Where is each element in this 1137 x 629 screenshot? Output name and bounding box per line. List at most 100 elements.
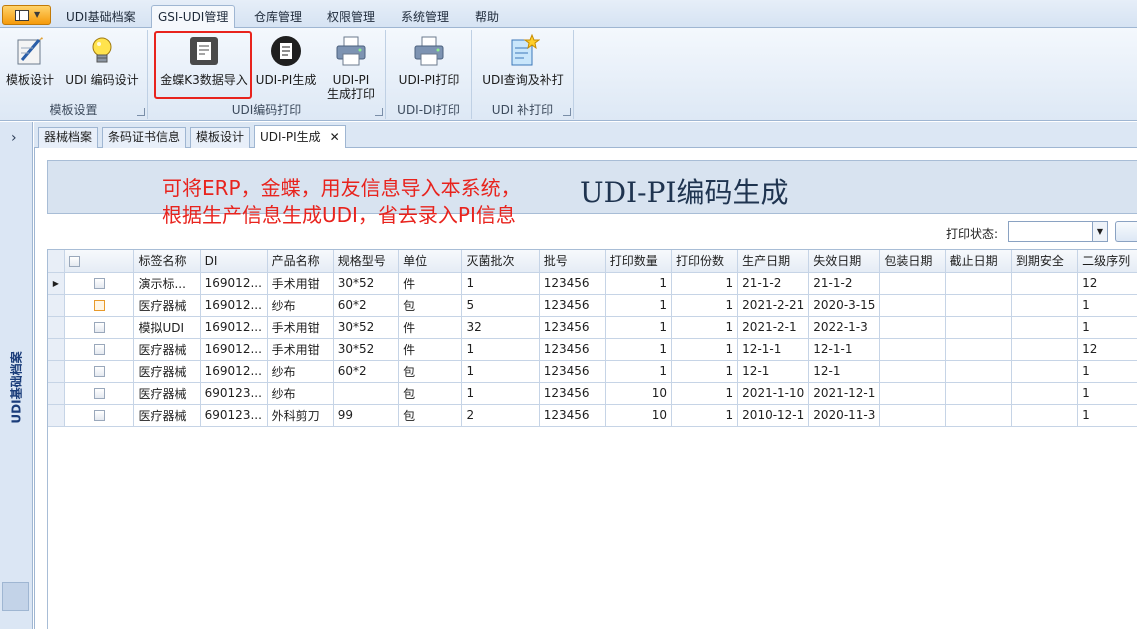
table-cell[interactable]: 1 bbox=[461, 338, 540, 361]
close-icon[interactable]: ✕ bbox=[330, 130, 340, 144]
row-checkbox[interactable] bbox=[64, 360, 135, 383]
table-cell[interactable] bbox=[879, 316, 946, 339]
table-cell[interactable]: 1 bbox=[461, 360, 540, 383]
table-cell[interactable]: 123456 bbox=[539, 316, 606, 339]
table-cell[interactable]: 123456 bbox=[539, 272, 606, 295]
table-cell[interactable]: 30*52 bbox=[333, 338, 400, 361]
row-header[interactable] bbox=[48, 360, 65, 383]
left-panel-title[interactable]: UDI基础档案 bbox=[2, 332, 30, 442]
table-cell[interactable]: 件 bbox=[398, 316, 463, 339]
table-cell[interactable] bbox=[1011, 338, 1079, 361]
table-cell[interactable] bbox=[945, 382, 1012, 405]
table-cell[interactable] bbox=[879, 294, 946, 317]
doc-tab-device-archive[interactable]: 器械档案 bbox=[38, 127, 99, 148]
table-cell[interactable]: 1 bbox=[605, 360, 672, 383]
table-cell[interactable]: 件 bbox=[398, 338, 463, 361]
column-header[interactable]: 灭菌批次 bbox=[461, 250, 540, 273]
table-cell[interactable] bbox=[879, 272, 946, 295]
table-cell[interactable]: 1 bbox=[461, 272, 540, 295]
column-header[interactable]: 到期安全 bbox=[1011, 250, 1079, 273]
tab-help[interactable]: 帮助 bbox=[469, 9, 505, 28]
table-cell[interactable] bbox=[1011, 404, 1079, 427]
table-cell[interactable]: 12 bbox=[1077, 338, 1137, 361]
table-cell[interactable]: 纱布 bbox=[267, 382, 334, 405]
table-cell[interactable]: 手术用钳 bbox=[267, 338, 334, 361]
table-cell[interactable]: 包 bbox=[398, 404, 463, 427]
tab-gsi-udi-management[interactable]: GSI-UDI管理 bbox=[151, 5, 236, 29]
table-cell[interactable]: 医疗器械 bbox=[133, 404, 201, 427]
table-cell[interactable]: 1 bbox=[671, 316, 739, 339]
group-launcher-icon[interactable] bbox=[137, 108, 145, 116]
table-cell[interactable]: 169012... bbox=[200, 272, 268, 295]
table-cell[interactable]: 690123... bbox=[200, 404, 268, 427]
table-row[interactable]: 医疗器械 169012... 纱布 60*2 包 5 123456 1 1 2021-2-21 20… bbox=[48, 294, 1137, 317]
table-row[interactable]: 医疗器械 169012... 手术用钳 30*52 件 1 123456 1 1 12-1-1 12… bbox=[48, 338, 1137, 361]
table-cell[interactable] bbox=[879, 360, 946, 383]
column-header[interactable]: 单位 bbox=[398, 250, 463, 273]
doc-tab-template-design[interactable]: 模板设计 bbox=[190, 127, 251, 148]
table-cell[interactable]: 60*2 bbox=[333, 294, 400, 317]
table-cell[interactable]: 690123... bbox=[200, 382, 268, 405]
column-header[interactable]: 规格型号 bbox=[333, 250, 400, 273]
panel-scroll-box[interactable] bbox=[2, 582, 29, 611]
table-cell[interactable]: 2010-12-1 bbox=[737, 404, 810, 427]
table-cell[interactable]: 包 bbox=[398, 294, 463, 317]
template-design-button[interactable]: 模板设计 bbox=[4, 34, 56, 87]
table-cell[interactable]: 2 bbox=[461, 404, 540, 427]
udi-code-design-button[interactable]: UDI 编码设计 bbox=[63, 34, 141, 87]
row-checkbox[interactable] bbox=[64, 316, 135, 339]
table-cell[interactable]: 包 bbox=[398, 360, 463, 383]
table-cell[interactable]: 169012... bbox=[200, 294, 268, 317]
table-cell[interactable]: 169012... bbox=[200, 360, 268, 383]
select-all-checkbox[interactable] bbox=[64, 250, 135, 273]
table-cell[interactable]: 模拟UDI bbox=[133, 316, 201, 339]
row-header[interactable] bbox=[48, 316, 65, 339]
table-cell[interactable] bbox=[1011, 382, 1079, 405]
group-launcher-icon[interactable] bbox=[375, 108, 383, 116]
table-cell[interactable]: 12-1-1 bbox=[737, 338, 810, 361]
table-cell[interactable]: 医疗器械 bbox=[133, 338, 201, 361]
table-row[interactable]: 医疗器械 169012... 纱布 60*2 包 1 123456 1 1 12-1 12-1 1 bbox=[48, 360, 1137, 383]
table-cell[interactable]: 1 bbox=[671, 404, 739, 427]
tab-system-management[interactable]: 系统管理 bbox=[395, 9, 455, 28]
column-header[interactable]: 截止日期 bbox=[945, 250, 1012, 273]
table-cell[interactable]: 169012... bbox=[200, 316, 268, 339]
table-cell[interactable]: 1 bbox=[605, 338, 672, 361]
table-cell[interactable]: 12-1 bbox=[737, 360, 810, 383]
table-cell[interactable]: 99 bbox=[333, 404, 400, 427]
table-cell[interactable] bbox=[1011, 294, 1079, 317]
table-cell[interactable]: 10 bbox=[605, 404, 672, 427]
table-cell[interactable]: 医疗器械 bbox=[133, 382, 201, 405]
table-cell[interactable] bbox=[879, 338, 946, 361]
tab-udi-basic-archive[interactable]: UDI基础档案 bbox=[60, 9, 142, 28]
row-checkbox[interactable] bbox=[64, 382, 135, 405]
table-cell[interactable]: 5 bbox=[461, 294, 540, 317]
table-cell[interactable]: 纱布 bbox=[267, 360, 334, 383]
table-cell[interactable] bbox=[945, 338, 1012, 361]
row-header[interactable] bbox=[48, 294, 65, 317]
udi-pi-generate-button[interactable]: UDI-PI生成 bbox=[254, 34, 318, 87]
udi-query-reprint-button[interactable]: UDI查询及补打 bbox=[478, 33, 568, 87]
table-cell[interactable]: 1 bbox=[671, 294, 739, 317]
table-cell[interactable]: 纱布 bbox=[267, 294, 334, 317]
table-cell[interactable] bbox=[1011, 272, 1079, 295]
table-cell[interactable]: 1 bbox=[671, 272, 739, 295]
column-header[interactable]: DI bbox=[200, 250, 268, 273]
table-cell[interactable]: 2020-3-15 bbox=[808, 294, 881, 317]
table-cell[interactable]: 2020-11-3 bbox=[808, 404, 881, 427]
column-header[interactable]: 打印数量 bbox=[605, 250, 672, 273]
column-header[interactable]: 生产日期 bbox=[737, 250, 810, 273]
table-cell[interactable]: 1 bbox=[671, 360, 739, 383]
table-cell[interactable]: 1 bbox=[1077, 294, 1137, 317]
table-cell[interactable]: 1 bbox=[671, 382, 739, 405]
column-header[interactable]: 二级序列 bbox=[1077, 250, 1137, 273]
table-cell[interactable] bbox=[879, 404, 946, 427]
table-cell[interactable] bbox=[1011, 316, 1079, 339]
table-cell[interactable]: 1 bbox=[605, 294, 672, 317]
table-cell[interactable]: 30*52 bbox=[333, 272, 400, 295]
table-cell[interactable]: 手术用钳 bbox=[267, 316, 334, 339]
table-cell[interactable]: 169012... bbox=[200, 338, 268, 361]
table-cell[interactable]: 123456 bbox=[539, 294, 606, 317]
app-menu-button[interactable]: ▼ bbox=[2, 5, 51, 25]
udi-pi-print-button[interactable]: UDI-PI打印 bbox=[392, 34, 466, 87]
